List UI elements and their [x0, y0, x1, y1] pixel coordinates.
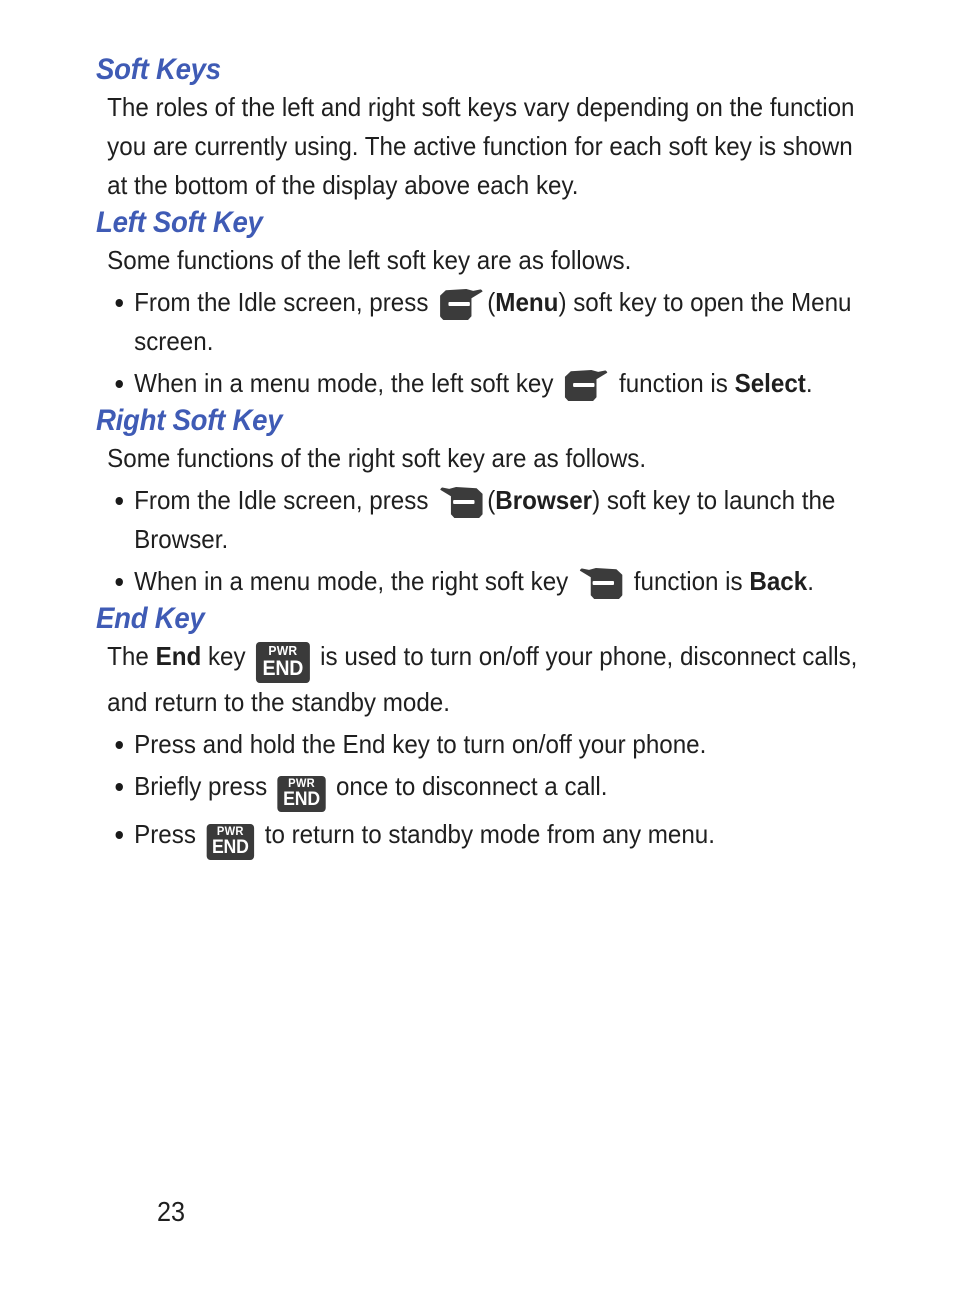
list-item: From the Idle screen, press (Browser) so… [96, 481, 925, 559]
bullet-text-before: When in a menu mode, the left soft key [134, 368, 561, 398]
bullet-dot-icon [115, 783, 123, 791]
list-item: Briefly press PWR END once to disconnect … [96, 767, 925, 812]
paragraph-text-mid: key [207, 641, 253, 671]
bullet-bold-browser: Browser [495, 485, 593, 515]
list-item: Press PWR END to return to standby mode f… [96, 815, 925, 860]
pwr-end-key-icon-top-label: PWR [268, 643, 298, 658]
list-item: Press and hold the End key to turn on/of… [96, 725, 925, 764]
right-soft-key-icon-bar [592, 581, 615, 585]
pwr-end-key-icon-bottom-label: END [262, 657, 304, 680]
bullet-dot-icon [115, 741, 123, 749]
paragraph-soft-keys: The roles of the left and right soft key… [107, 92, 855, 200]
bullet-text-before: When in a menu mode, the right soft key [134, 566, 575, 596]
list-item: From the Idle screen, press (Menu) soft … [96, 283, 925, 361]
bullet-text-after: to return to standby mode from any menu. [258, 819, 715, 849]
bullet-dot-icon [115, 831, 123, 839]
bullet-text-mid: function is [612, 368, 728, 398]
bullet-text-after: . [807, 566, 814, 596]
right-soft-key-icon [439, 487, 483, 518]
bullet-list-left-soft-key: From the Idle screen, press (Menu) soft … [96, 283, 866, 403]
bullet-text: Press and hold the End key to turn on/of… [134, 729, 707, 759]
bullet-bold-back: Back [749, 566, 808, 596]
bullet-list-end-key: Press and hold the End key to turn on/of… [96, 725, 866, 860]
paragraph-right-soft-key: Some functions of the right soft key are… [107, 443, 647, 473]
list-item: When in a menu mode, the left soft key f… [96, 364, 925, 403]
heading-left-soft-key: Left Soft Key [96, 206, 263, 239]
bullet-list-right-soft-key: From the Idle screen, press (Browser) so… [96, 481, 866, 601]
pwr-end-key-icon: PWR END [277, 776, 326, 812]
bullet-text-before: Briefly press [134, 771, 274, 801]
bullet-dot-icon [115, 380, 123, 388]
page-number: 23 [157, 1196, 186, 1227]
document-page: Soft Keys The roles of the left and righ… [0, 0, 954, 1295]
bullet-text-before: From the Idle screen, press [134, 485, 436, 515]
heading-end-key: End Key [96, 602, 205, 635]
paragraph-text-before: The [107, 641, 149, 671]
bullet-dot-icon [115, 578, 123, 586]
left-soft-key-icon [439, 289, 483, 320]
bullet-bold-menu: Menu [495, 287, 559, 317]
bullet-text-after: once to disconnect a call. [329, 771, 608, 801]
bullet-dot-icon [115, 497, 123, 505]
paragraph-bold-end: End [155, 641, 202, 671]
pwr-end-key-icon: PWR END [256, 642, 310, 683]
bullet-text-before: From the Idle screen, press [134, 287, 436, 317]
bullet-bold-select: Select [734, 368, 806, 398]
right-soft-key-icon-bar [452, 500, 475, 504]
heading-right-soft-key: Right Soft Key [96, 404, 283, 437]
left-soft-key-icon-bar [448, 302, 470, 306]
paragraph-end-key: The End key PWR END is used to turn on/of… [96, 637, 870, 722]
bullet-text-before: Press [134, 819, 203, 849]
paragraph-left-soft-key: Some functions of the left soft key are … [107, 245, 632, 275]
list-item: When in a menu mode, the right soft key … [96, 562, 925, 601]
heading-soft-keys: Soft Keys [96, 53, 221, 86]
pwr-end-key-icon: PWR END [206, 824, 255, 860]
bullet-text-mid: function is [627, 566, 743, 596]
bullet-text-after: . [805, 368, 813, 398]
bullet-dot-icon [115, 299, 123, 307]
right-soft-key-icon [579, 568, 623, 599]
left-soft-key-icon-bar [573, 383, 595, 387]
left-soft-key-icon [564, 370, 608, 401]
pwr-end-key-icon-bottom-label: END [283, 789, 320, 810]
pwr-end-key-icon-bottom-label: END [211, 837, 249, 858]
page-content: Soft Keys The roles of the left and righ… [96, 52, 866, 860]
